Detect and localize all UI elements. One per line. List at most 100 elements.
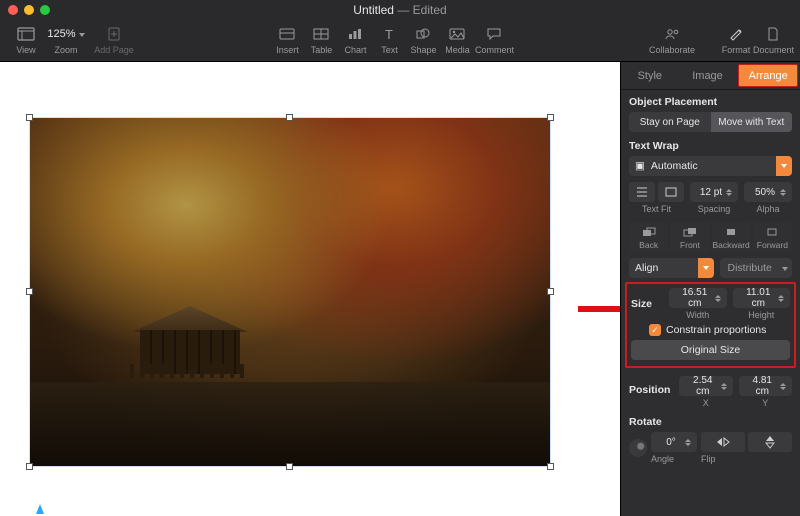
placement-segmented: Stay on Page Move with Text <box>629 112 792 132</box>
position-x-label: X <box>703 398 709 408</box>
resize-handle-tl[interactable] <box>26 114 33 121</box>
align-dropdown[interactable]: Align <box>629 258 714 278</box>
insert-icon <box>279 24 295 44</box>
text-wrap-dropdown[interactable]: ▣ Automatic <box>629 156 792 176</box>
text-fit-label: Text Fit <box>642 204 671 214</box>
bring-to-front-button[interactable]: Front <box>670 222 709 252</box>
rotate-heading: Rotate <box>629 416 792 428</box>
text-fit-tight-button[interactable] <box>629 182 655 202</box>
width-value: 16.51 cm <box>675 287 715 309</box>
original-size-button[interactable]: Original Size <box>631 340 790 360</box>
resize-handle-tr[interactable] <box>547 114 554 121</box>
chart-button[interactable]: Chart <box>338 20 372 60</box>
insertion-cursor-icon <box>36 504 44 514</box>
position-y-value: 4.81 cm <box>745 375 781 397</box>
chevron-down-icon <box>79 28 85 40</box>
spacing-value: 12 pt <box>696 187 726 198</box>
text-fit-rect-button[interactable] <box>658 182 684 202</box>
collaborate-icon <box>663 24 681 44</box>
text-button[interactable]: T Text <box>372 20 406 60</box>
document-status: — Edited <box>397 3 446 17</box>
view-icon <box>17 24 35 44</box>
stepper-arrows-icon <box>721 376 731 396</box>
spacing-stepper[interactable]: 12 pt <box>690 182 738 202</box>
angle-stepper[interactable]: 0° <box>651 432 697 452</box>
resize-handle-tm[interactable] <box>286 114 293 121</box>
bring-forward-button[interactable]: Forward <box>753 222 792 252</box>
distribute-dropdown[interactable]: Distribute <box>720 258 793 278</box>
size-heading: Size <box>631 298 663 310</box>
comment-icon <box>486 24 502 44</box>
position-x-value: 2.54 cm <box>685 375 721 397</box>
annotation-arrow-icon <box>578 298 620 318</box>
image-water-area <box>30 382 550 466</box>
resize-handle-mr[interactable] <box>547 288 554 295</box>
image-shelter <box>130 306 250 384</box>
flip-vertical-button[interactable] <box>748 432 792 452</box>
stepper-arrows-icon <box>778 288 788 308</box>
resize-handle-bm[interactable] <box>286 463 293 470</box>
flip-horizontal-button[interactable] <box>701 432 745 452</box>
distribute-label: Distribute <box>728 262 772 274</box>
add-page-icon <box>107 24 121 44</box>
comment-button[interactable]: Comment <box>474 20 514 60</box>
stepper-arrows-icon <box>780 376 790 396</box>
tab-arrange[interactable]: Arrange <box>738 64 798 87</box>
table-icon <box>313 24 329 44</box>
flip-label: Flip <box>701 454 792 464</box>
angle-value: 0° <box>657 437 685 448</box>
selected-image[interactable] <box>30 118 550 466</box>
resize-handle-bl[interactable] <box>26 463 33 470</box>
tab-style[interactable]: Style <box>621 62 679 89</box>
constrain-proportions-checkbox[interactable]: Constrain proportions <box>631 320 790 340</box>
table-button[interactable]: Table <box>304 20 338 60</box>
document-button[interactable]: Document <box>753 20 794 60</box>
shape-button[interactable]: Shape <box>406 20 440 60</box>
dropdown-caret-icon <box>776 156 792 176</box>
checkbox-checked-icon <box>649 324 661 336</box>
text-wrap-section: Text Wrap ▣ Automatic Text Fit 12 pt <box>621 134 800 216</box>
document-canvas[interactable] <box>0 62 620 516</box>
zoom-control[interactable]: 125% Zoom <box>46 20 86 60</box>
format-button[interactable]: Format <box>719 20 753 60</box>
window-title: Untitled — Edited <box>0 3 800 17</box>
spacing-label: Spacing <box>698 204 731 214</box>
zoom-value: 125% <box>47 24 84 44</box>
arrange-depth-section: Back Front Backward Forward Align <box>621 216 800 280</box>
titlebar: Untitled — Edited <box>0 0 800 20</box>
position-y-stepper[interactable]: 4.81 cm <box>739 376 793 396</box>
rotate-dial[interactable] <box>629 439 647 457</box>
send-backward-button[interactable]: Backward <box>712 222 751 252</box>
tab-image[interactable]: Image <box>679 62 737 89</box>
add-page-button[interactable]: Add Page <box>86 20 142 60</box>
wrap-icon: ▣ <box>635 160 645 172</box>
resize-handle-br[interactable] <box>547 463 554 470</box>
width-stepper[interactable]: 16.51 cm <box>669 288 727 308</box>
object-placement-section: Object Placement Stay on Page Move with … <box>621 90 800 134</box>
insert-button[interactable]: Insert <box>270 20 304 60</box>
shape-icon <box>416 24 430 44</box>
position-heading: Position <box>629 384 673 396</box>
media-button[interactable]: Media <box>440 20 474 60</box>
stay-on-page-option[interactable]: Stay on Page <box>629 112 711 132</box>
view-menu-button[interactable]: View <box>6 20 46 60</box>
backward-icon <box>724 225 738 239</box>
dropdown-caret-icon <box>698 258 714 278</box>
height-value: 11.01 cm <box>739 287 779 309</box>
collaborate-button[interactable]: Collaborate <box>643 20 701 60</box>
height-stepper[interactable]: 11.01 cm <box>733 288 791 308</box>
chevron-down-icon <box>782 262 788 274</box>
chart-icon <box>347 24 363 44</box>
resize-handle-ml[interactable] <box>26 288 33 295</box>
alpha-stepper[interactable]: 50% <box>744 182 792 202</box>
media-icon <box>449 24 465 44</box>
send-to-back-button[interactable]: Back <box>629 222 668 252</box>
text-icon: T <box>382 24 396 44</box>
size-section-highlight: Size 16.51 cm Width 11.01 cm Height <box>625 282 796 368</box>
move-with-text-option[interactable]: Move with Text <box>711 112 793 132</box>
angle-label: Angle <box>651 454 697 464</box>
alpha-label: Alpha <box>756 204 779 214</box>
align-label: Align <box>635 262 658 274</box>
position-x-stepper[interactable]: 2.54 cm <box>679 376 733 396</box>
document-name: Untitled <box>353 3 394 17</box>
